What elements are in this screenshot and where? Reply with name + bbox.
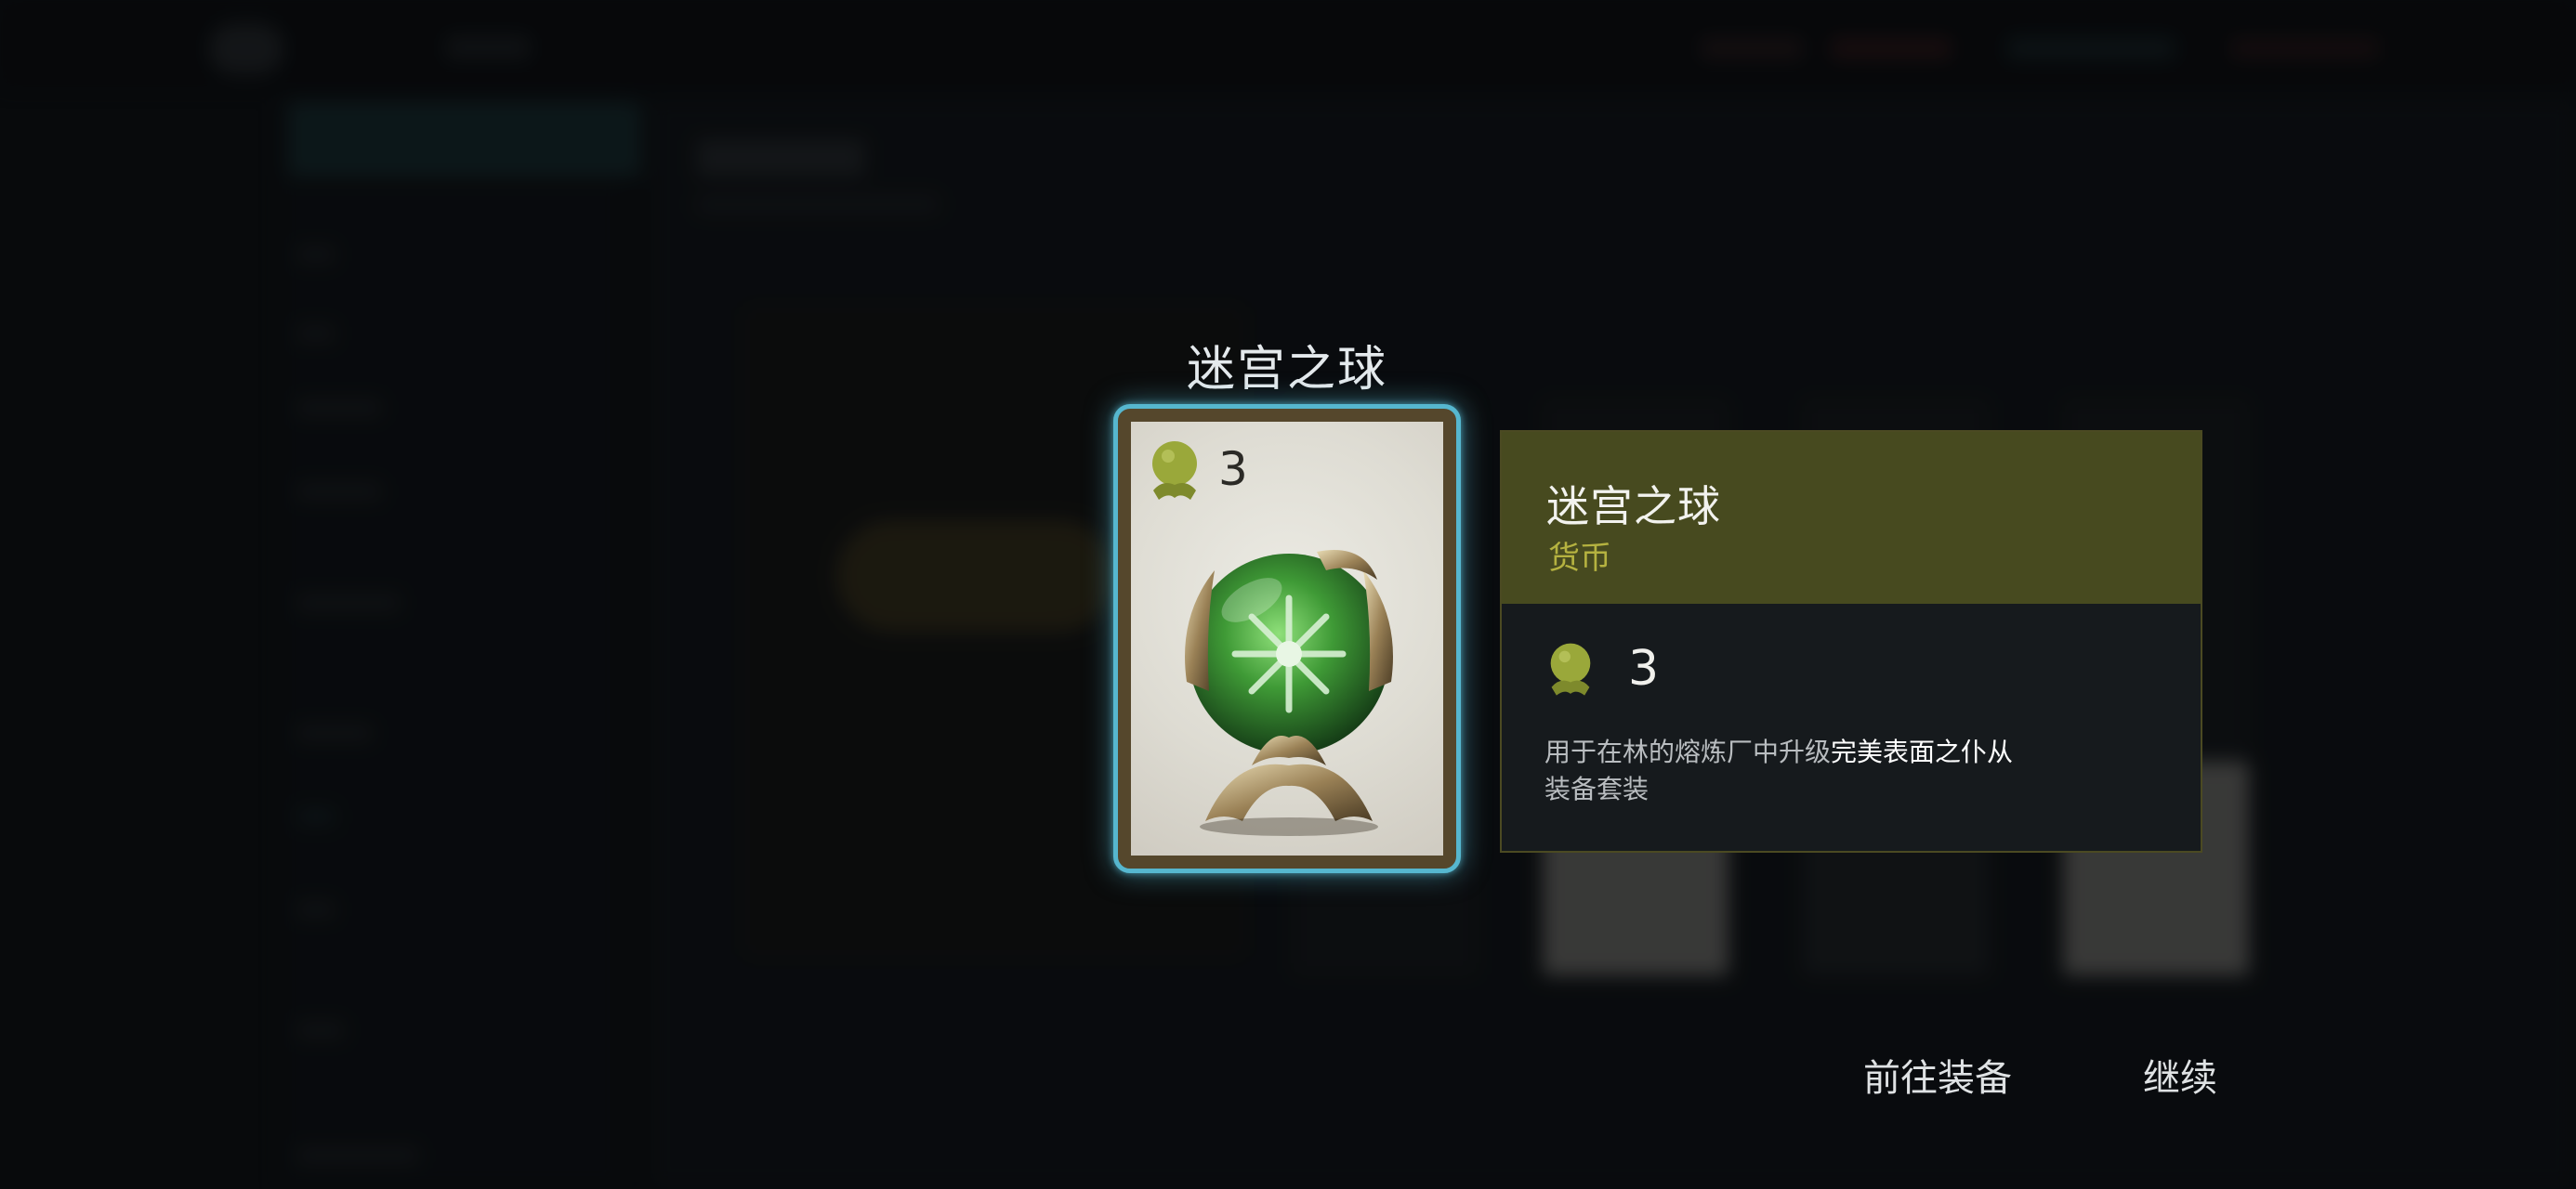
item-description-text-2: 装备套装 [1544, 774, 1649, 804]
item-card-art-area: 3 [1131, 422, 1443, 856]
item-info-header: 迷宫之球 货币 [1502, 432, 2201, 604]
item-type: 货币 [1548, 540, 1611, 577]
item-description: 用于在林的熔炼厂中升级完美表面之仆从装备套装 [1544, 734, 2065, 808]
item-description-highlight: 完美表面之仆从 [1831, 737, 2014, 767]
currency-icon [1152, 441, 1197, 500]
item-description-text: 用于在林的熔炼厂中升级 [1544, 737, 1832, 767]
item-card: 3 [1113, 404, 1461, 873]
item-info-panel: 迷宫之球 货币 3 用于在林的熔炼厂中升级完美表面之仆从装备套装 [1500, 430, 2202, 853]
currency-icon [1550, 643, 1591, 696]
item-name: 迷宫之球 [1546, 481, 1721, 531]
item-card-count: 3 [1218, 442, 1248, 496]
item-title: 迷宫之球 [1186, 342, 1387, 398]
labyrinth-orb-image [1185, 550, 1393, 836]
go-to-equipment-button[interactable]: 前往装备 [1863, 1048, 2012, 1102]
item-info-count: 3 [1628, 641, 1660, 697]
continue-button[interactable]: 继续 [2143, 1048, 2217, 1102]
